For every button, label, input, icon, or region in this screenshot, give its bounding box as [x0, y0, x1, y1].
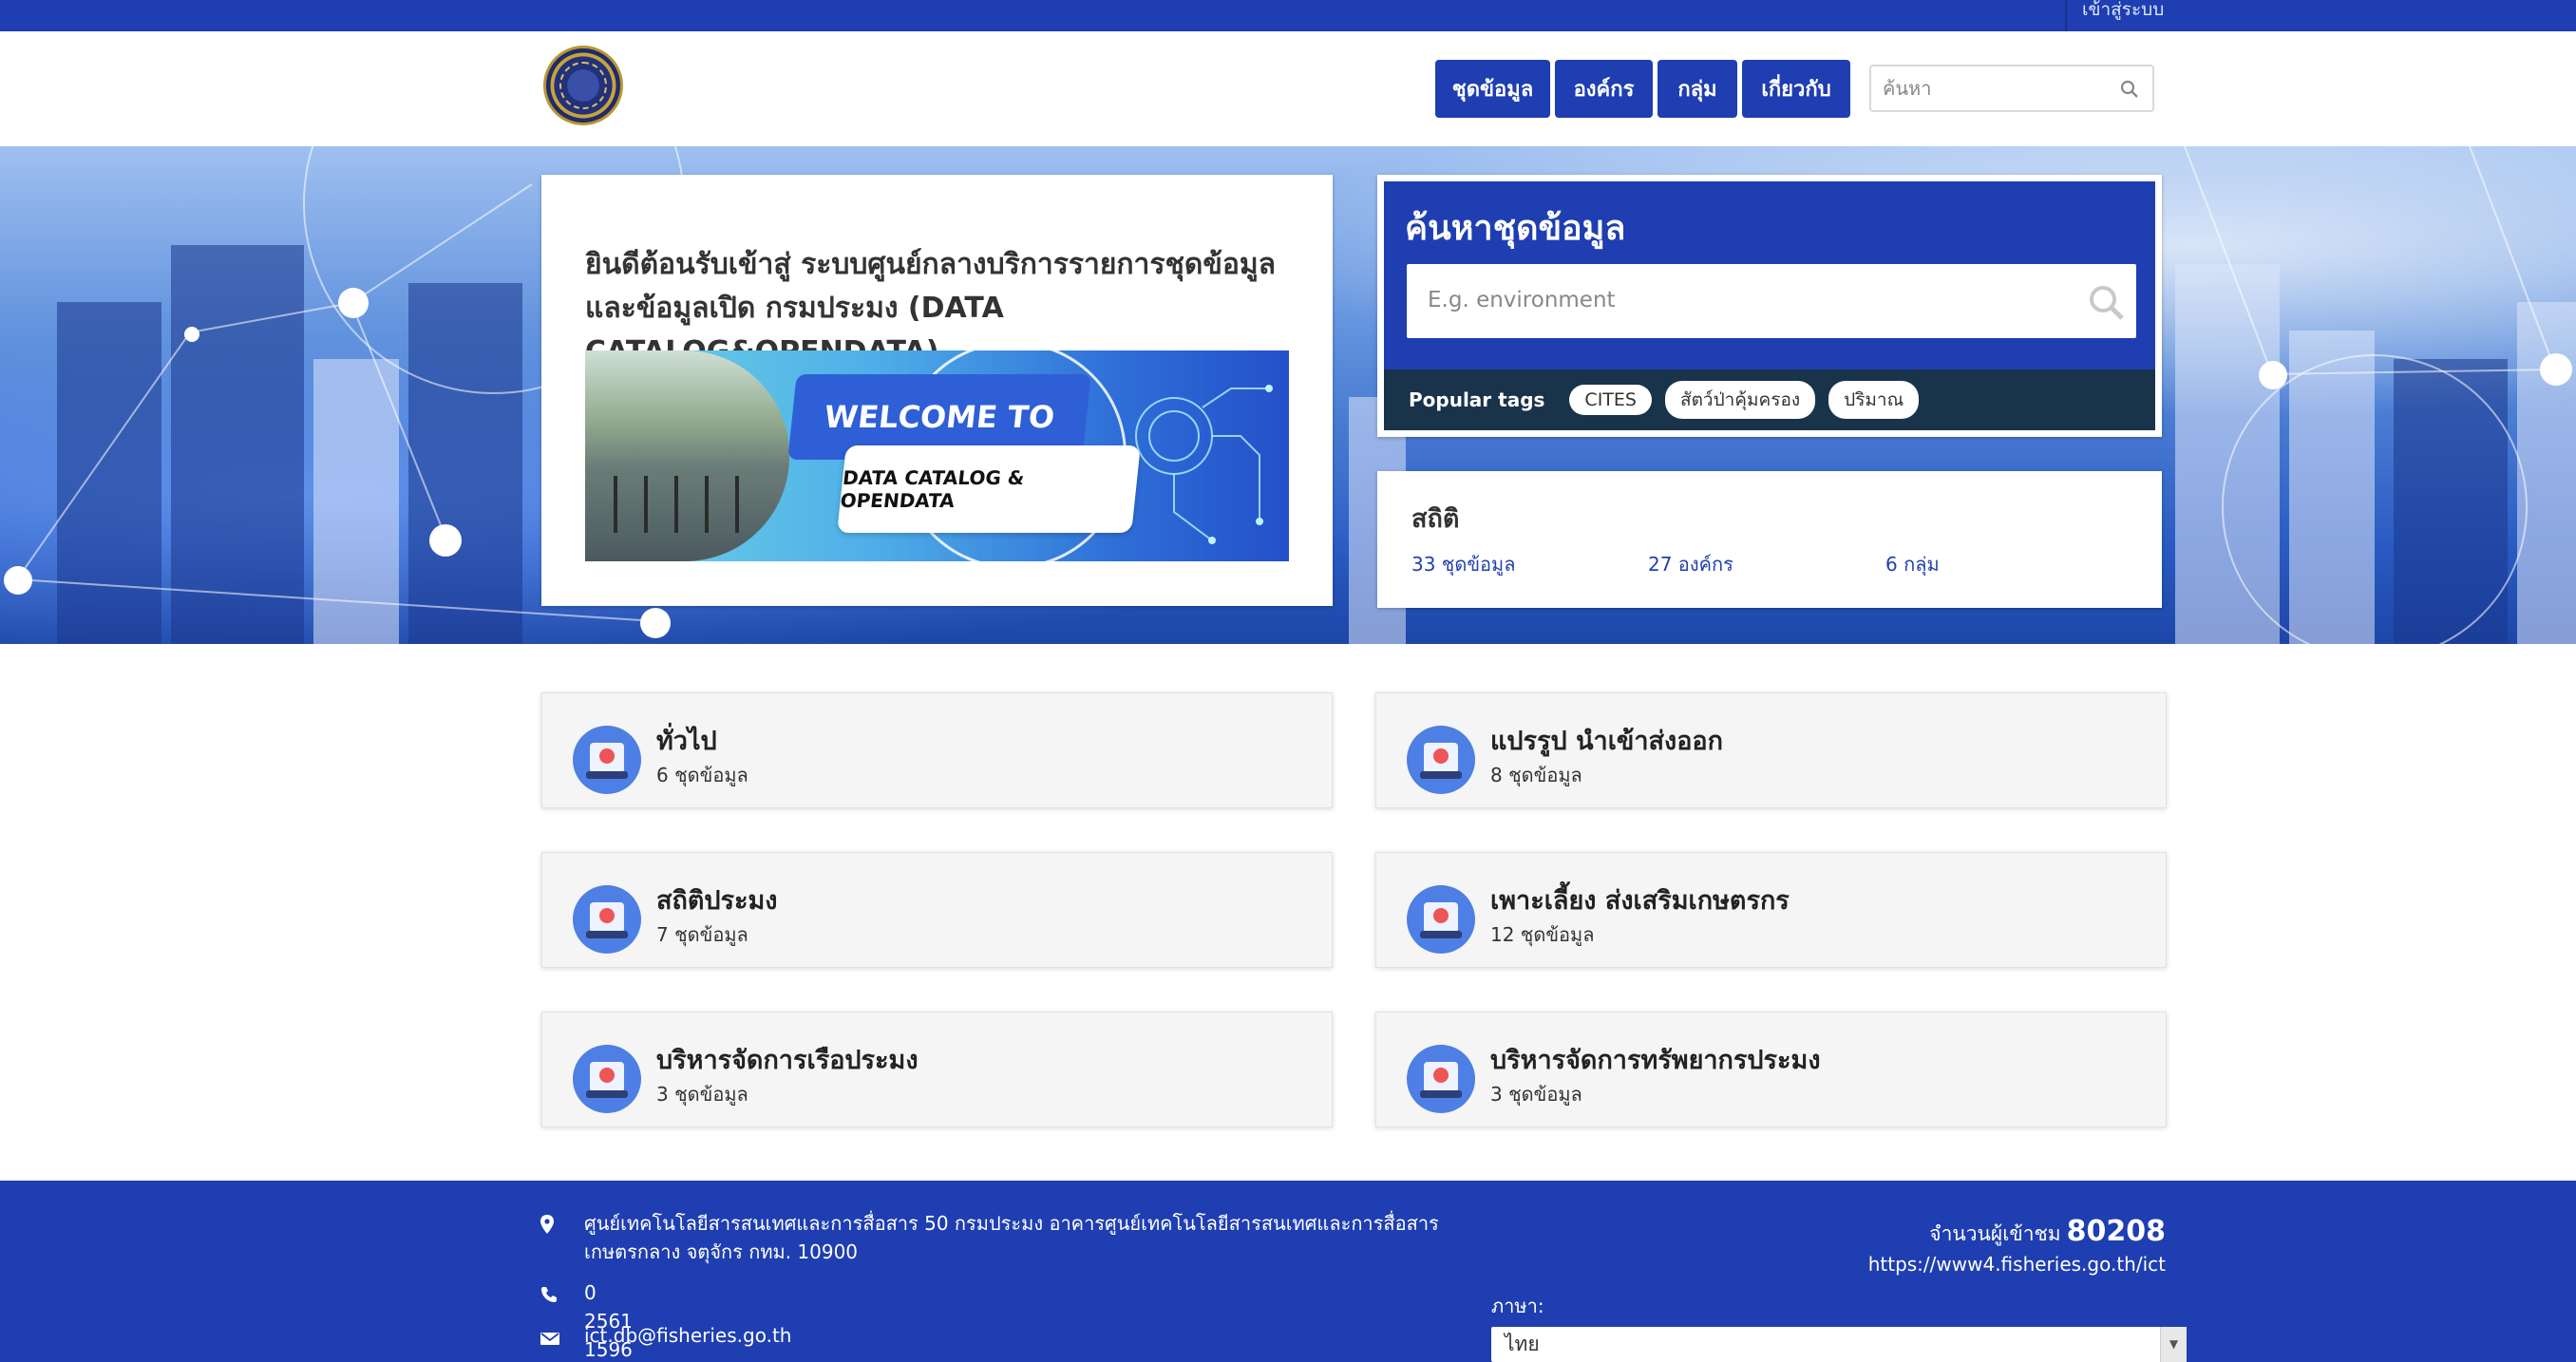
group-card[interactable]: สถิติประมง 7 ชุดข้อมูล — [541, 852, 1333, 968]
group-title: สถิติประมง — [656, 886, 778, 916]
tag-protected-wildlife[interactable]: สัตว์ป่าคุ้มครอง — [1664, 381, 1816, 419]
dataset-search-header: ค้นหาชุดข้อมูล — [1384, 181, 2155, 369]
group-fishing-vessel-icon — [573, 1045, 641, 1113]
group-title: เพาะเลี้ยง ส่งเสริมเกษตรกร — [1490, 886, 1790, 916]
ict-url-link[interactable]: https://www4.fisheries.go.th/ict — [1868, 1253, 2166, 1276]
site-footer: ศูนย์เทคโนโลยีสารสนเทศและการสื่อสาร 50 ก… — [0, 1181, 2576, 1362]
nav-about[interactable]: เกี่ยวกับ — [1742, 60, 1850, 118]
group-fishery-resources-icon — [1407, 1045, 1475, 1113]
popular-tags-label: Popular tags — [1409, 388, 1545, 411]
photo-post — [614, 476, 617, 533]
group-card[interactable]: บริหารจัดการทรัพยากรประมง 3 ชุดข้อมูล — [1375, 1012, 2167, 1127]
network-node — [4, 566, 32, 595]
group-count: 6 ชุดข้อมูล — [656, 764, 748, 786]
popular-tags-bar: Popular tags CITES สัตว์ป่าคุ้มครอง ปริม… — [1384, 369, 2155, 430]
photo-post — [735, 476, 739, 533]
stat-datasets-link[interactable]: 33 ชุดข้อมูล — [1411, 549, 1516, 579]
group-card[interactable]: ทั่วไป 6 ชุดข้อมูล — [541, 692, 1333, 808]
dataset-search-title: ค้นหาชุดข้อมูล — [1405, 209, 1626, 248]
header-search-input[interactable] — [1883, 72, 2101, 104]
search-icon[interactable] — [2120, 80, 2139, 103]
group-fishery-statistics-icon — [573, 885, 641, 954]
visitor-label: จำนวนผู้เข้าชม — [1929, 1222, 2061, 1245]
group-count: 3 ชุดข้อมูล — [656, 1083, 748, 1106]
group-title: ทั่วไป — [656, 727, 717, 756]
network-node — [338, 288, 369, 318]
language-value: ไทย — [1505, 1333, 1540, 1355]
statistics-title: สถิติ — [1411, 504, 1460, 534]
language-label: ภาษา: — [1491, 1295, 1544, 1317]
logo-ring — [559, 62, 607, 109]
network-node — [2540, 353, 2572, 386]
group-title: แปรรูป นำเข้าส่งออก — [1490, 727, 1723, 756]
network-node — [2259, 361, 2287, 389]
chevron-down-icon[interactable]: ▼ — [2160, 1327, 2187, 1362]
group-title: บริหารจัดการเรือประมง — [656, 1046, 919, 1075]
dataset-search-field — [1407, 264, 2136, 338]
circuit-graphic — [1135, 385, 1273, 544]
group-title: บริหารจัดการทรัพยากรประมง — [1490, 1046, 1821, 1075]
network-node — [184, 327, 199, 342]
banner-catalog-text: DATA CATALOG & OPENDATA — [837, 445, 1141, 533]
header-search — [1869, 65, 2154, 112]
statistics-panel: สถิติ 33 ชุดข้อมูล 27 องค์กร 6 กลุ่ม — [1377, 471, 2162, 608]
tag-quantity[interactable]: ปริมาณ — [1828, 381, 1920, 419]
envelope-icon — [540, 1325, 559, 1353]
search-icon[interactable] — [2087, 283, 2125, 325]
email-link[interactable]: ict.db@fisheries.go.th — [584, 1321, 791, 1350]
nav-groups[interactable]: กลุ่ม — [1657, 60, 1737, 118]
group-processing-export-icon — [1407, 726, 1475, 794]
stat-organizations-link[interactable]: 27 องค์กร — [1648, 549, 1733, 579]
phone-icon — [540, 1282, 558, 1311]
dataset-search-panel: ค้นหาชุดข้อมูล Popular tags CITES สัตว์ป… — [1377, 175, 2162, 437]
nav-organizations[interactable]: องค์กร — [1555, 60, 1653, 118]
group-card[interactable]: บริหารจัดการเรือประมง 3 ชุดข้อมูล — [541, 1012, 1333, 1127]
group-count: 12 ชุดข้อมูล — [1490, 923, 1595, 946]
photo-post — [644, 476, 648, 533]
group-aquaculture-icon — [1407, 885, 1475, 954]
stat-groups-link[interactable]: 6 กลุ่ม — [1885, 549, 1940, 579]
address-text: ศูนย์เทคโนโลยีสารสนเทศและการสื่อสาร 50 ก… — [584, 1212, 1439, 1263]
fishery-photo — [585, 350, 789, 561]
top-bar: เข้าสู่ระบบ — [0, 0, 2576, 31]
login-link[interactable]: เข้าสู่ระบบ — [2065, 0, 2164, 31]
visitor-count: 80208 — [2066, 1215, 2166, 1248]
group-card[interactable]: แปรรูป นำเข้าส่งออก 8 ชุดข้อมูล — [1375, 692, 2167, 808]
site-header: ชุดข้อมูล องค์กร กลุ่ม เกี่ยวกับ — [0, 31, 2576, 146]
group-count: 8 ชุดข้อมูล — [1490, 764, 1582, 786]
dataset-search-input[interactable] — [1428, 281, 2074, 319]
group-count: 3 ชุดข้อมูล — [1490, 1083, 1582, 1106]
group-card[interactable]: เพาะเลี้ยง ส่งเสริมเกษตรกร 12 ชุดข้อมูล — [1375, 852, 2167, 968]
network-node — [429, 524, 462, 557]
group-general-icon — [573, 726, 641, 794]
welcome-banner[interactable]: WELCOME TO DATA CATALOG & OPENDATA — [585, 350, 1289, 561]
nav-datasets[interactable]: ชุดข้อมูล — [1435, 60, 1550, 118]
department-logo[interactable] — [543, 46, 623, 125]
tag-cites[interactable]: CITES — [1569, 385, 1652, 415]
group-count: 7 ชุดข้อมูล — [656, 923, 748, 946]
visitor-counter: จำนวนผู้เข้าชม 80208 — [1929, 1215, 2166, 1250]
language-select[interactable]: ไทย ▼ — [1491, 1327, 2187, 1362]
welcome-card: ยินดีต้อนรับเข้าสู่ ระบบศูนย์กลางบริการร… — [541, 175, 1333, 606]
network-node — [640, 608, 671, 638]
photo-post — [674, 476, 678, 533]
photo-post — [705, 476, 709, 533]
map-marker-icon — [540, 1213, 554, 1241]
